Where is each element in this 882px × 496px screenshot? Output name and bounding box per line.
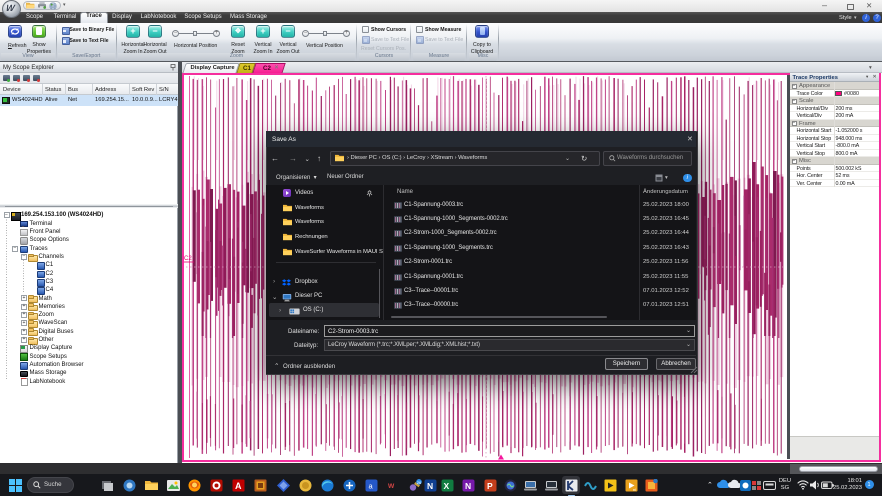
svg-text:ni: ni	[633, 487, 636, 492]
svg-text:C2: C2	[184, 256, 192, 262]
svg-text:A: A	[235, 481, 242, 491]
svg-text:N: N	[427, 481, 433, 491]
svg-text:N: N	[465, 481, 471, 491]
svg-text:X: X	[444, 481, 450, 491]
svg-text:P: P	[487, 481, 493, 491]
svg-text:26: 26	[417, 480, 422, 485]
svg-text:w: w	[387, 481, 395, 490]
